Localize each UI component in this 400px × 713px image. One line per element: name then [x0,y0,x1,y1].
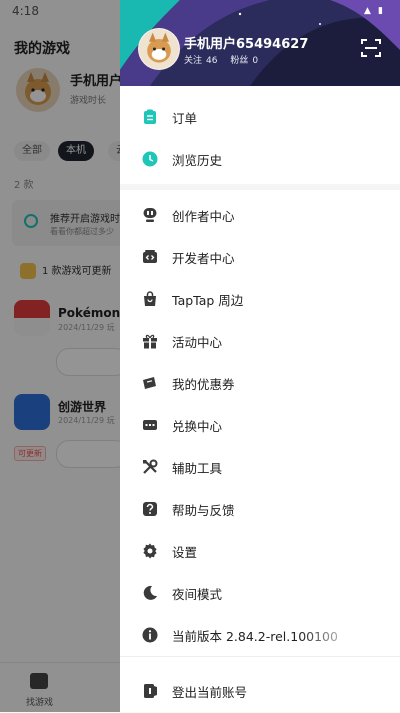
info-icon [142,627,158,643]
menu-label: 登出当前账号 [172,685,248,700]
creator-icon [143,208,157,222]
menu-label: 兑换中心 [172,419,223,434]
menu-label: 辅助工具 [172,461,223,476]
coupon-icon [143,377,156,389]
menu-label: 设置 [172,545,198,560]
menu-label: 我的优惠券 [172,377,235,392]
help-icon [143,502,157,516]
section-divider [120,184,400,190]
menu-item-night-mode[interactable]: 夜间模式 [120,572,400,614]
drawer-user-name[interactable]: 手机用户65494627 [184,33,308,52]
menu-label: 订单 [172,111,198,126]
menu-label: 开发者中心 [172,251,235,266]
fans-count[interactable]: 0 [252,56,258,66]
gear-icon [143,543,157,559]
scan-icon [361,39,381,57]
menu-item-activity-center[interactable]: 活动中心 [120,320,400,362]
menu-item-help-feedback[interactable]: 帮助与反馈 [120,488,400,530]
menu-label: 创作者中心 [172,209,235,224]
follow-count[interactable]: 46 [206,56,217,66]
drawer-header: ▲ ▮ 手机用户65494627 关注 46 粉丝 0 [120,0,400,86]
menu-item-settings[interactable]: 设置 [120,530,400,572]
menu-item-taptap-merch[interactable]: TapTap 周边 [120,278,400,320]
menu-item-orders[interactable]: 订单 [120,96,400,138]
menu-label: 帮助与反馈 [172,503,235,518]
menu-item-logout[interactable]: 登出当前账号 [120,670,400,712]
clipboard-icon [144,109,156,124]
battery-icon: ▮ [378,6,383,16]
menu-item-creator-center[interactable]: 创作者中心 [120,194,400,236]
menu-item-redeem-center[interactable]: 兑换中心 [120,404,400,446]
fans-label[interactable]: 粉丝 [230,56,248,66]
menu-label: 活动中心 [172,335,223,350]
side-drawer: ▲ ▮ 手机用户65494627 关注 46 粉丝 0 订单 浏览历史 创作者中心 … [120,0,400,712]
user-stats: 关注 46 粉丝 0 [184,53,262,66]
card-icon [143,420,157,430]
menu-item-coupons[interactable]: 我的优惠券 [120,362,400,404]
menu-item-developer-center[interactable]: 开发者中心 [120,236,400,278]
footer-divider [120,656,400,657]
menu-label: 夜间模式 [172,587,223,602]
scan-button[interactable] [360,38,382,58]
follow-label[interactable]: 关注 [184,56,202,66]
tools-icon [143,459,158,474]
text-fade [300,620,400,648]
menu-label: 浏览历史 [172,153,223,168]
logout-icon [144,684,157,698]
shopping-bag-icon [144,291,156,306]
menu-item-history[interactable]: 浏览历史 [120,138,400,180]
moon-icon [143,585,157,600]
clock-icon [142,151,158,167]
menu-label: TapTap 周边 [172,293,244,308]
gift-icon [143,334,157,349]
menu-item-assist-tools[interactable]: 辅助工具 [120,446,400,488]
code-icon [143,250,157,263]
signal-icon: ▲ [364,6,371,16]
drawer-avatar[interactable] [138,28,180,70]
